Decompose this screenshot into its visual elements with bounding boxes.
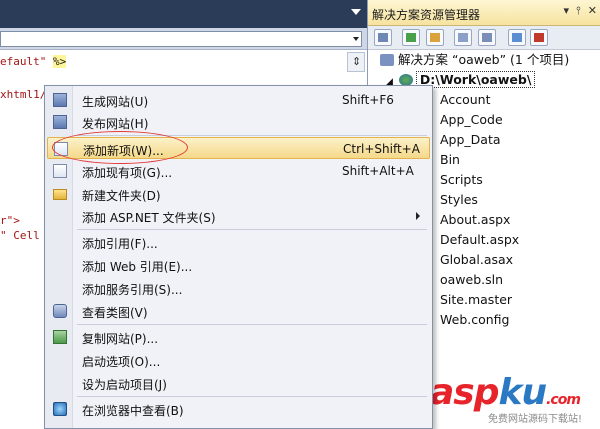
solution-explorer-toolbar <box>368 26 600 50</box>
add-existing-item-icon <box>53 164 67 178</box>
submenu-arrow-icon <box>416 212 420 220</box>
menu-item-build[interactable]: 生成网站(U) Shift+F6 <box>47 89 430 111</box>
close-icon[interactable]: ✕ <box>588 4 597 18</box>
menu-item-shortcut: Shift+F6 <box>342 93 394 107</box>
menu-item-label: 启动选项(O)... <box>82 355 161 369</box>
watermark-logo: aspku.com <box>430 372 581 413</box>
watermark-text-c: .com <box>546 392 581 408</box>
menu-item-label: 添加 Web 引用(E)... <box>82 260 193 274</box>
menu-separator <box>77 324 427 325</box>
tree-item-web-config[interactable]: Web.config <box>440 310 509 330</box>
menu-item-label: 复制网站(P)... <box>82 332 159 346</box>
properties-icon <box>378 33 388 42</box>
menu-item-publish[interactable]: 发布网站(H) <box>47 111 430 133</box>
designer-icon <box>482 33 492 42</box>
copy-icon <box>512 33 522 42</box>
tree-item-site-master[interactable]: Site.master <box>440 290 512 310</box>
watermark-subtitle: 免费网站源码下载站! <box>488 414 583 425</box>
solution-icon <box>380 54 394 66</box>
menu-item-view-class-diagram[interactable]: 查看类图(V) <box>47 300 430 322</box>
copy-website-icon <box>53 330 67 344</box>
properties-button[interactable] <box>374 29 392 46</box>
menu-item-view-in-browser[interactable]: 在浏览器中查看(B) <box>47 398 430 420</box>
panel-title: 解决方案资源管理器 <box>372 8 481 22</box>
code-line-1[interactable]: efault" %> <box>0 55 67 69</box>
nest-related-button[interactable] <box>426 29 444 46</box>
class-diagram-icon <box>53 304 67 318</box>
build-icon <box>53 93 67 107</box>
watermark-text-b: ku <box>498 372 548 413</box>
publish-icon <box>53 115 67 129</box>
code-line-2[interactable]: xhtml1/ <box>0 88 46 102</box>
menu-item-set-startup-project[interactable]: 设为启动项目(J) <box>47 372 430 394</box>
pin-icon[interactable]: ⫯ <box>576 4 581 18</box>
tree-item-default[interactable]: Default.aspx <box>440 230 519 250</box>
tree-item-app-code[interactable]: App_Code <box>440 110 503 130</box>
project-label: D:\Work\oaweb\ <box>415 71 536 88</box>
tree-item-global[interactable]: Global.asax <box>440 250 513 270</box>
menu-item-label: 添加 ASP.NET 文件夹(S) <box>82 211 216 225</box>
tree-item-styles[interactable]: Styles <box>440 190 478 210</box>
menu-item-shortcut: Ctrl+Shift+A <box>343 142 420 156</box>
tree-item-bin[interactable]: Bin <box>440 150 460 170</box>
menu-item-label: 查看类图(V) <box>82 306 148 320</box>
tree-item-app-data[interactable]: App_Data <box>440 130 501 150</box>
menu-item-add-aspnet-folder[interactable]: 添加 ASP.NET 文件夹(S) <box>47 205 430 227</box>
browser-icon <box>53 402 67 416</box>
menu-separator <box>77 396 427 397</box>
menu-item-add-service-reference[interactable]: 添加服务引用(S)... <box>47 277 430 299</box>
menu-item-label: 新建文件夹(D) <box>82 189 161 203</box>
menu-item-label: 添加服务引用(S)... <box>82 283 183 297</box>
refresh-icon <box>406 33 416 42</box>
panel-dropdown-icon[interactable]: ▾ <box>563 4 569 18</box>
menu-item-shortcut: Shift+Alt+A <box>342 164 414 178</box>
tree-item-about[interactable]: About.aspx <box>440 210 510 230</box>
solution-explorer-titlebar: 解决方案资源管理器 ▾ ⫯ ✕ <box>368 0 600 26</box>
tree-item-sln[interactable]: oaweb.sln <box>440 270 503 290</box>
menu-item-label: 生成网站(U) <box>82 95 149 109</box>
annotation-ellipse <box>52 131 188 164</box>
refresh-button[interactable] <box>402 29 420 46</box>
chevron-down-icon[interactable] <box>353 37 359 41</box>
code-line-4[interactable]: " Cell <box>0 229 40 243</box>
code-icon <box>458 33 468 42</box>
menu-separator <box>77 229 427 230</box>
tree-item-scripts[interactable]: Scripts <box>440 170 483 190</box>
editor-tab-strip <box>0 0 367 28</box>
menu-item-label: 发布网站(H) <box>82 117 149 131</box>
editor-navigation-bar <box>0 28 367 50</box>
tree-item-account[interactable]: Account <box>440 90 490 110</box>
aspnet-config-button[interactable] <box>530 29 548 46</box>
config-icon <box>534 33 544 42</box>
menu-item-add-web-reference[interactable]: 添加 Web 引用(E)... <box>47 254 430 276</box>
split-editor-button[interactable]: ⇕ <box>347 52 365 72</box>
tab-dropdown-icon[interactable] <box>351 9 361 15</box>
nest-icon <box>430 33 440 42</box>
menu-item-label: 添加引用(F)... <box>82 237 158 251</box>
menu-item-copy-website[interactable]: 复制网站(P)... <box>47 326 430 348</box>
view-designer-button[interactable] <box>478 29 496 46</box>
member-dropdown[interactable] <box>0 31 362 47</box>
menu-item-label: 设为启动项目(J) <box>82 378 167 392</box>
menu-item-label: 在浏览器中查看(B) <box>82 404 184 418</box>
view-code-button[interactable] <box>454 29 472 46</box>
menu-item-label: 添加现有项(G)... <box>82 166 173 180</box>
code-text: efault" <box>0 55 47 68</box>
folder-icon <box>53 189 67 200</box>
watermark-text-a: asp <box>430 372 499 413</box>
solution-label: 解决方案 “oaweb” (1 个项目) <box>398 52 570 67</box>
menu-item-new-folder[interactable]: 新建文件夹(D) <box>47 183 430 205</box>
split-icon: ⇕ <box>352 55 362 68</box>
copy-website-button[interactable] <box>508 29 526 46</box>
menu-item-startup-options[interactable]: 启动选项(O)... <box>47 349 430 371</box>
code-line-3[interactable]: r"> <box>0 214 20 228</box>
menu-item-add-reference[interactable]: 添加引用(F)... <box>47 231 430 253</box>
code-tag: %> <box>52 55 67 68</box>
tree-solution[interactable]: 解决方案 “oaweb” (1 个项目) <box>380 50 569 70</box>
